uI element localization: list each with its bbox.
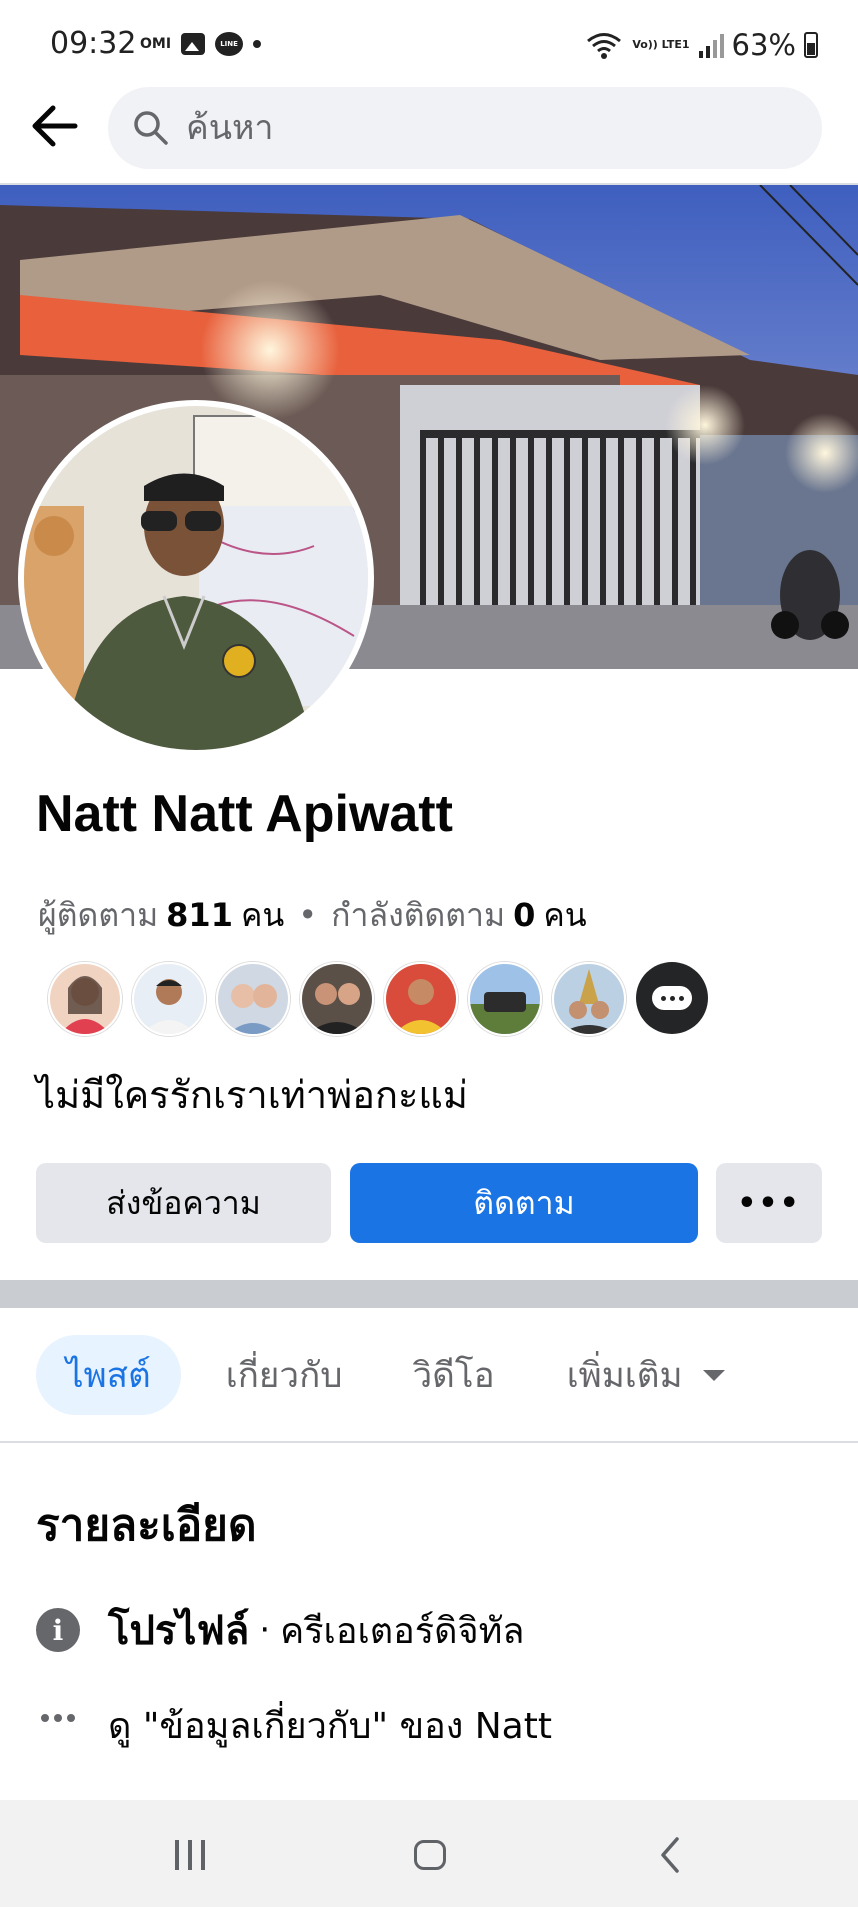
follow-button-label: ติดตาม — [473, 1183, 575, 1222]
system-icons: Vo)) LTE1 63% — [584, 28, 818, 62]
message-button[interactable]: ส่งข้อความ — [36, 1163, 331, 1243]
follower-avatar[interactable] — [552, 962, 626, 1036]
follow-button[interactable]: ติดตาม — [350, 1163, 698, 1243]
caret-down-icon — [702, 1369, 725, 1381]
profile-tabs: ไพสต์ เกี่ยวกับ วิดีโอ เพิ่มเติม — [36, 1335, 725, 1415]
message-button-label: ส่งข้อความ — [106, 1183, 261, 1222]
tab-posts[interactable]: ไพสต์ — [36, 1335, 181, 1415]
home-icon — [414, 1840, 446, 1870]
tabs-divider — [0, 1441, 858, 1443]
battery-icon — [804, 32, 818, 58]
signal-icon — [698, 34, 724, 58]
profile-name: Natt Natt Apiwatt — [36, 785, 453, 843]
section-separator — [0, 1280, 858, 1308]
follower-avatar[interactable] — [300, 962, 374, 1036]
wifi-icon — [587, 33, 622, 59]
followers-unit: คน — [240, 896, 285, 934]
follower-avatar[interactable] — [132, 962, 206, 1036]
profile-category: ครีเอเตอร์ดิจิทัล — [280, 1610, 525, 1652]
tab-about[interactable]: เกี่ยวกับ — [226, 1335, 343, 1415]
gallery-notification-icon — [181, 33, 206, 55]
detail-profile-category: i โปรไฟล์ · ครีเอเตอร์ดิจิทัล — [36, 1598, 524, 1662]
search-icon — [134, 111, 168, 145]
following-label: กำลังติดตาม — [331, 896, 506, 934]
recents-icon — [175, 1840, 179, 1870]
volte-icon: Vo)) LTE1 — [632, 38, 690, 51]
more-followers-button[interactable] — [636, 962, 708, 1034]
followers-count: 811 — [166, 896, 233, 934]
omi-icon: OMI — [140, 36, 172, 52]
system-back-button[interactable] — [640, 1830, 700, 1880]
back-button[interactable] — [24, 96, 84, 156]
stats-separator: • — [298, 896, 318, 934]
status-bar: 09:32 OMI LINE Vo)) LTE1 63% — [0, 0, 858, 92]
notification-icons: OMI LINE — [140, 32, 262, 56]
more-dots-icon — [652, 986, 692, 1010]
avatar-photo — [24, 406, 368, 750]
about-link-text: ดู "ข้อมูลเกี่ยวกับ" ของ Natt — [108, 1706, 552, 1747]
arrow-left-icon — [32, 105, 78, 147]
search-input[interactable] — [184, 107, 748, 149]
recent-apps-button[interactable] — [160, 1830, 220, 1880]
follow-stats[interactable]: ผู้ติดตาม 811 คน • กำลังติดตาม 0 คน — [38, 890, 587, 941]
following-unit: คน — [543, 896, 587, 934]
battery-percent: 63% — [731, 28, 796, 62]
follower-avatar[interactable] — [48, 962, 122, 1036]
profile-label: โปรไฟล์ — [108, 1608, 250, 1654]
followers-label: ผู้ติดตาม — [38, 896, 159, 934]
more-options-button[interactable]: ••• — [716, 1163, 822, 1243]
follower-avatar[interactable] — [468, 962, 542, 1036]
more-dots-icon — [36, 1713, 80, 1722]
followers-avatars[interactable] — [48, 962, 708, 1036]
tab-more-label: เพิ่มเติม — [566, 1355, 683, 1396]
profile-avatar[interactable] — [18, 400, 374, 756]
follower-avatar[interactable] — [384, 962, 458, 1036]
details-heading: รายละเอียด — [36, 1500, 257, 1551]
search-bar[interactable] — [108, 87, 822, 169]
profile-bio: ไม่มีใครรักเราเท่าพ่อกะแม่ — [36, 1073, 468, 1117]
profile-separator: · — [259, 1610, 271, 1650]
line-app-icon: LINE — [215, 32, 244, 56]
home-button[interactable] — [400, 1830, 460, 1880]
tab-videos[interactable]: วิดีโอ — [413, 1335, 495, 1415]
info-icon: i — [36, 1608, 80, 1652]
about-info-link[interactable]: ดู "ข้อมูลเกี่ยวกับ" ของ Natt — [36, 1697, 552, 1754]
more-horizontal-icon: ••• — [737, 1185, 801, 1221]
status-time: 09:32 — [50, 26, 137, 61]
system-navigation-bar — [0, 1800, 858, 1907]
chevron-left-icon — [661, 1837, 679, 1873]
follower-avatar[interactable] — [216, 962, 290, 1036]
more-notifications-icon — [253, 40, 262, 48]
following-count: 0 — [513, 896, 536, 934]
tab-more[interactable]: เพิ่มเติม — [567, 1335, 725, 1415]
